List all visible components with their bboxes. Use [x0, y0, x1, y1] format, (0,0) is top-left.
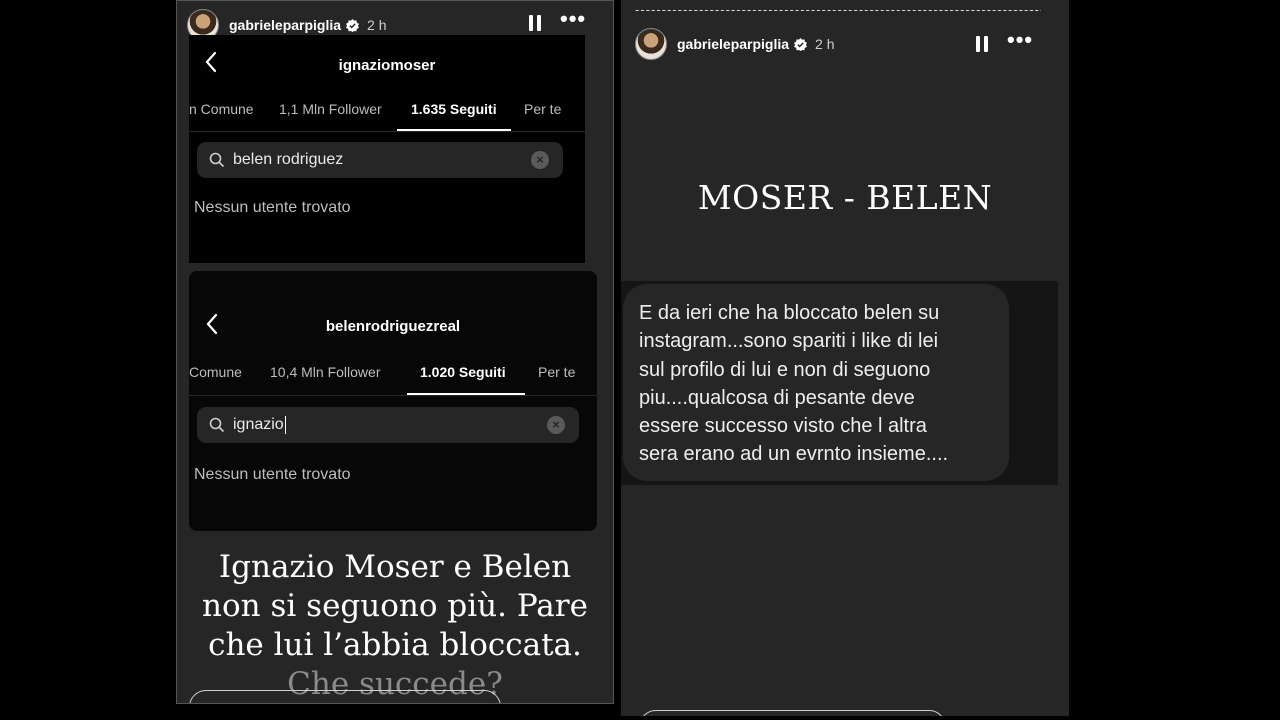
message-screenshot: E da ieri che ha bloccato belen su insta…: [621, 281, 1058, 485]
right-story: ----------------------------------------…: [621, 0, 1069, 716]
search-value: ignazio: [233, 415, 287, 434]
profile-name: belenrodriguezreal: [325, 318, 461, 335]
clear-icon[interactable]: ×: [547, 416, 565, 434]
tab-seguiti[interactable]: 1.020 Seguiti: [420, 364, 506, 380]
profile-screenshot-belenrodriguezreal: belenrodriguezreal Comune 10,4 Mln Follo…: [189, 271, 597, 531]
headline: MOSER - BELEN: [697, 178, 993, 217]
username[interactable]: gabrieleparpiglia: [677, 36, 789, 52]
search-value: belen rodriguez: [233, 151, 344, 168]
profile-screenshot-ignaziomoser: ignaziomoser n Comune 1,1 Mln Follower 1…: [189, 35, 585, 263]
tab-per-te[interactable]: Per te: [538, 364, 575, 380]
pause-button[interactable]: [529, 15, 541, 31]
verified-badge-icon: [794, 37, 808, 51]
profile-tabs: n Comune 1,1 Mln Follower 1.635 Seguiti …: [189, 101, 585, 135]
tab-comune[interactable]: Comune: [189, 364, 242, 380]
empty-result-text: Nessun utente trovato: [194, 199, 351, 216]
tab-follower[interactable]: 10,4 Mln Follower: [270, 364, 381, 380]
caption-line: che lui l’abbia bloccata.: [208, 627, 582, 663]
tab-divider: [189, 131, 585, 132]
avatar[interactable]: [635, 28, 667, 60]
message-bubble: E da ieri che ha bloccato belen su insta…: [623, 284, 1009, 481]
reply-input[interactable]: [639, 710, 946, 716]
more-options-icon[interactable]: •••: [560, 8, 586, 30]
clear-icon[interactable]: ×: [531, 151, 549, 169]
verified-badge-icon: [346, 18, 360, 32]
reply-input[interactable]: [189, 690, 501, 703]
story-caption: Ignazio Moser e Belen non si seguono più…: [177, 548, 613, 703]
more-options-icon[interactable]: •••: [1007, 29, 1033, 51]
username[interactable]: gabrieleparpiglia: [229, 17, 341, 33]
caption-line: non si seguono più. Pare: [202, 588, 588, 624]
text-cursor: [284, 415, 287, 434]
profile-name: ignaziomoser: [338, 57, 436, 74]
pause-icon: [529, 15, 541, 31]
left-story: gabrieleparpiglia 2 h ••• ignaziomoser n…: [176, 0, 614, 704]
message-text: E da ieri che ha bloccato belen su insta…: [639, 302, 949, 466]
search-icon: [209, 152, 225, 168]
story-time: 2 h: [815, 36, 835, 52]
pause-button[interactable]: [976, 36, 988, 52]
story-header: gabrieleparpiglia 2 h: [635, 28, 835, 60]
search-input[interactable]: ignazio ×: [197, 407, 579, 443]
profile-tabs: Comune 10,4 Mln Follower 1.020 Seguiti P…: [189, 364, 597, 398]
pause-icon: [976, 36, 988, 52]
caption-line: Ignazio Moser e Belen: [218, 549, 572, 585]
search-input[interactable]: belen rodriguez ×: [197, 142, 563, 178]
story-time: 2 h: [367, 17, 387, 33]
dashed-divider: ----------------------------------------…: [635, 5, 1041, 15]
tab-comune[interactable]: n Comune: [189, 101, 254, 117]
tab-divider: [189, 395, 597, 396]
tab-follower[interactable]: 1,1 Mln Follower: [279, 101, 382, 117]
tab-per-te[interactable]: Per te: [524, 101, 561, 117]
empty-result-text: Nessun utente trovato: [194, 466, 351, 483]
search-icon: [209, 417, 225, 433]
tab-seguiti[interactable]: 1.635 Seguiti: [411, 101, 497, 117]
